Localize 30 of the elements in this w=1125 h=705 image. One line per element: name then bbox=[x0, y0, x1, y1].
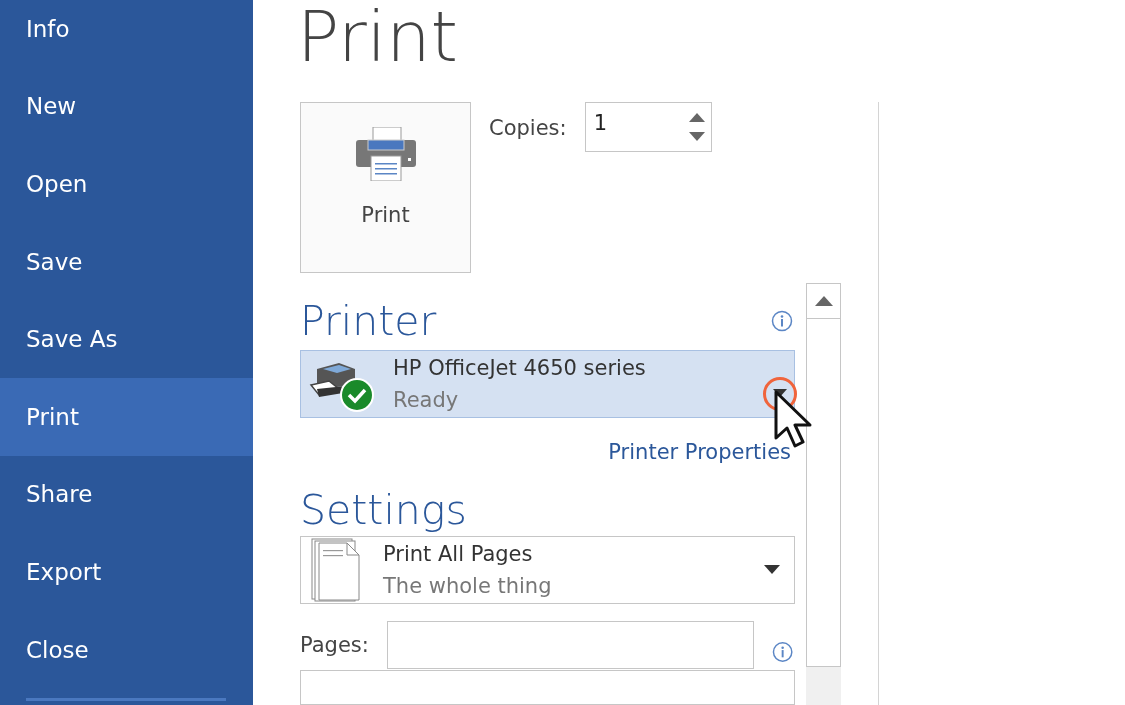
copies-spinner[interactable]: 1 bbox=[584, 102, 712, 152]
sidebar-item[interactable]: New bbox=[0, 67, 253, 146]
pages-label: Pages: bbox=[300, 633, 369, 658]
print-button[interactable]: Print bbox=[300, 102, 471, 273]
down-arrow-icon[interactable] bbox=[688, 132, 705, 141]
printer-properties-link[interactable]: Printer Properties bbox=[608, 440, 791, 465]
copies-input-field[interactable]: 1 bbox=[591, 110, 676, 136]
scrollbar-gutter bbox=[806, 667, 841, 705]
section-heading: Settings bbox=[300, 486, 467, 535]
print-range-dropdown[interactable]: Print All Pages The whole thing bbox=[300, 535, 795, 605]
scrollbar[interactable] bbox=[806, 283, 841, 667]
info-icon[interactable] bbox=[771, 310, 793, 332]
sidebar-item[interactable]: Close bbox=[0, 610, 253, 689]
copies-label: Copies: bbox=[489, 116, 567, 140]
sidebar-item[interactable]: Print bbox=[0, 377, 253, 456]
dropdown-arrow-icon bbox=[764, 565, 780, 575]
pages-input-field[interactable] bbox=[386, 621, 754, 670]
sidebar-item[interactable]: Save bbox=[0, 222, 253, 301]
sidebar-item[interactable]: Open bbox=[0, 145, 253, 223]
info-icon[interactable] bbox=[771, 640, 793, 663]
sidebar-item[interactable]: Export bbox=[0, 533, 253, 611]
up-arrow-icon[interactable] bbox=[688, 113, 705, 122]
printer-dropdown[interactable]: HP OfficeJet 4650 series Ready bbox=[300, 349, 795, 419]
printer-icon bbox=[355, 127, 416, 181]
page-title: Print bbox=[297, 0, 460, 80]
sidebar-item[interactable]: Save As bbox=[0, 300, 253, 378]
section-heading: Printer bbox=[300, 297, 437, 345]
scroll-up-icon[interactable] bbox=[814, 296, 833, 306]
sidebar-item[interactable]: Share bbox=[0, 455, 253, 534]
sidebar-item[interactable]: Info bbox=[0, 0, 253, 68]
